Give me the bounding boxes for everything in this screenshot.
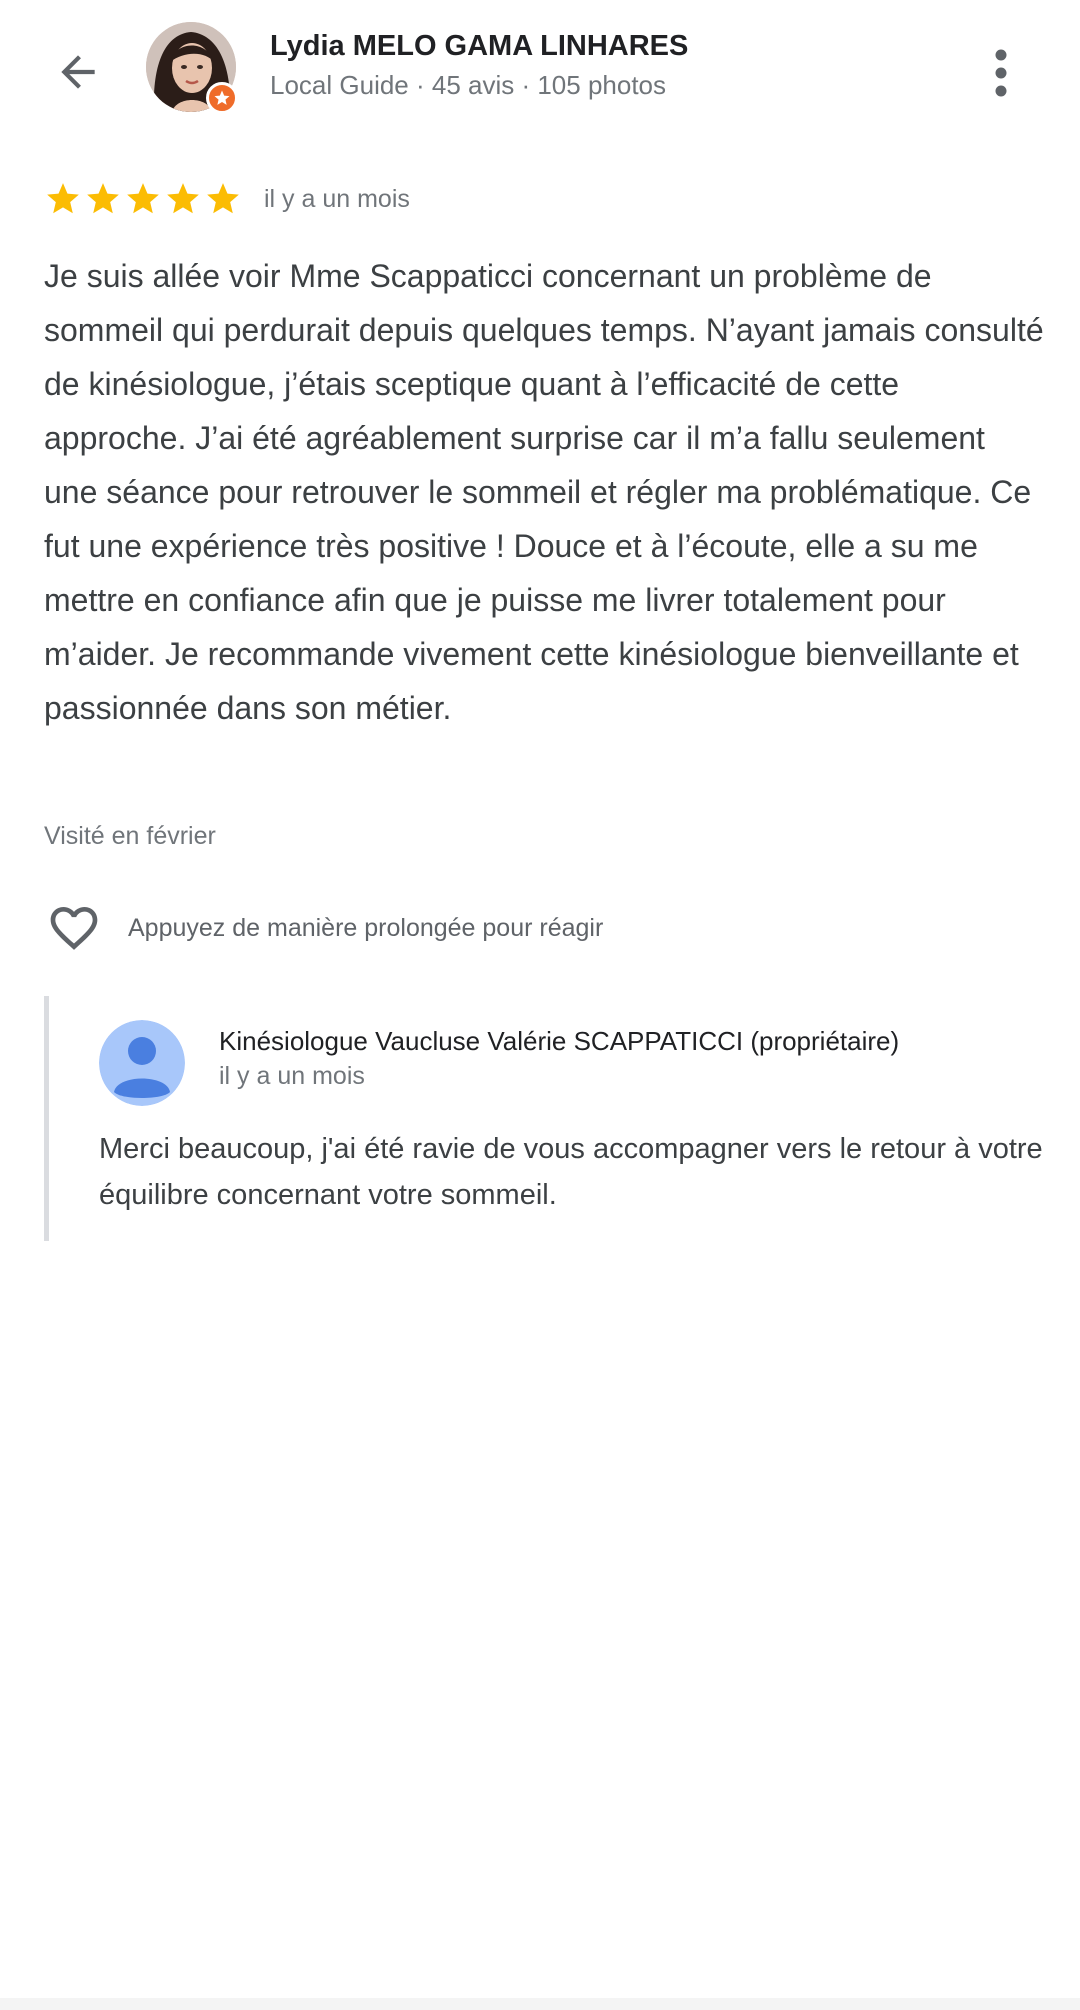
more-options-button[interactable] — [966, 38, 1036, 108]
arrow-left-icon — [61, 55, 95, 89]
star-icon — [127, 183, 159, 214]
star-icon — [47, 183, 79, 214]
reviewer-meta: Local Guide · 45 avis · 105 photos — [270, 70, 667, 100]
bottom-edge — [0, 1998, 1080, 2010]
star-icon — [87, 183, 119, 214]
rating-row: il y a un mois — [44, 178, 410, 220]
star-rating — [44, 180, 242, 218]
heart-outline-icon — [50, 907, 98, 950]
review-time: il y a un mois — [264, 184, 410, 213]
reviewer-name[interactable]: Lydia MELO GAMA LINHARES — [270, 30, 688, 63]
review-text: Je suis allée voir Mme Scappaticci conce… — [44, 258, 1044, 726]
local-guide-star-icon — [206, 82, 238, 114]
star-icon — [167, 183, 199, 214]
default-person-avatar-icon — [99, 1020, 185, 1106]
owner-reply: Kinésiologue Vaucluse Valérie SCAPPATICC… — [44, 996, 1049, 1241]
owner-reply-text: Merci beaucoup, j'ai été ravie de vous a… — [99, 1133, 1043, 1211]
owner-reply-time: il y a un mois — [219, 1062, 365, 1090]
review-header: Lydia MELO GAMA LINHARES Local Guide · 4… — [0, 0, 1080, 135]
owner-name: Kinésiologue Vaucluse Valérie SCAPPATICC… — [219, 1026, 900, 1056]
star-icon — [207, 183, 239, 214]
more-vertical-icon — [995, 49, 1007, 97]
reviewer-avatar[interactable] — [146, 22, 238, 114]
back-button[interactable] — [44, 38, 112, 106]
react-label: Appuyez de manière prolongée pour réagir — [128, 913, 604, 942]
react-button[interactable]: Appuyez de manière prolongée pour réagir — [44, 898, 603, 958]
visited-date: Visité en février — [44, 822, 216, 850]
